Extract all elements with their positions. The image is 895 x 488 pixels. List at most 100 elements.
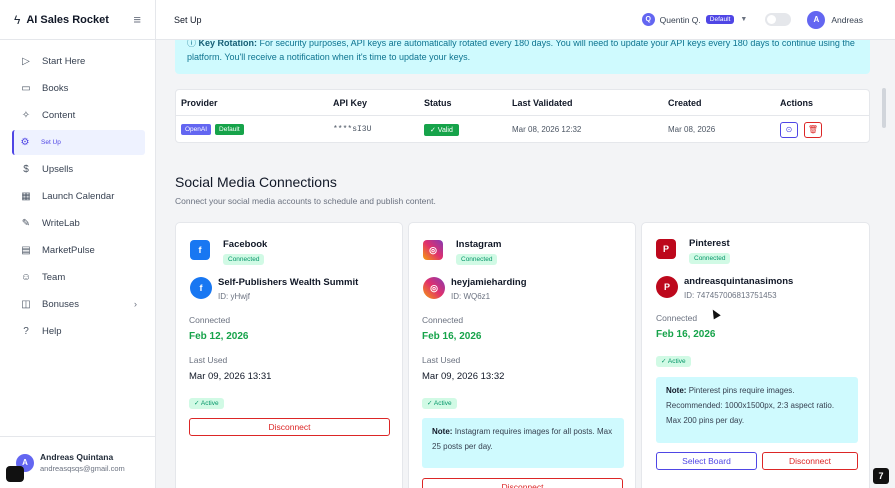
facebook-card: f Facebook Connected f Self-Publishers W…	[175, 222, 403, 488]
sidebar-item-upsells[interactable]: $ Upsells	[12, 157, 145, 182]
user-email: andreasqsqs@gmail.com	[40, 464, 125, 473]
provider-badge: OpenAI	[181, 124, 212, 135]
disconnect-button[interactable]: Disconnect	[762, 452, 858, 470]
top-header: Set Up Q Quentin Q. Default ▼ A Andreas	[156, 0, 895, 40]
last-validated-value: Mar 08, 2026 12:32	[512, 125, 582, 134]
table-header: Provider API Key Status Last Validated C…	[176, 90, 869, 116]
connected-date: Feb 12, 2026	[189, 331, 249, 342]
user-name: Andreas Quintana	[40, 452, 114, 462]
col-last-validated: Last Validated	[512, 97, 573, 108]
trash-icon: 🗑	[807, 125, 819, 134]
facebook-icon: f	[190, 240, 210, 260]
col-status: Status	[424, 97, 452, 108]
key-rotation-text: For security purposes, API keys are auto…	[187, 40, 855, 62]
help-icon: ?	[23, 326, 29, 337]
sidebar-item-content[interactable]: ✧ Content	[12, 103, 145, 128]
account-name: Self-Publishers Wealth Summit	[218, 277, 359, 288]
note-text: Instagram requires images for all posts.…	[432, 427, 613, 451]
sidebar-item-books[interactable]: ▭ Books	[12, 76, 145, 101]
connected-date: Feb 16, 2026	[656, 329, 716, 340]
delete-button[interactable]: 🗑	[804, 121, 822, 138]
app-name: AI Sales Rocket	[26, 13, 109, 26]
section-subtitle: Connect your social media accounts to sc…	[175, 196, 436, 206]
chevron-down-icon[interactable]: ▼	[740, 16, 747, 23]
active-badge: ✓ Active	[422, 398, 457, 409]
col-created: Created	[668, 97, 702, 108]
pinterest-card: P Pinterest Connected P andreasquintanas…	[641, 222, 870, 488]
sidebar-item-writelab[interactable]: ✎ WriteLab	[12, 211, 145, 236]
api-key-value: ****sI3U	[333, 125, 372, 134]
info-icon: ⓘ	[187, 40, 197, 48]
pinterest-account-icon: P	[656, 276, 678, 298]
active-badge: ✓ Active	[189, 398, 224, 409]
chat-icon[interactable]	[6, 466, 24, 482]
gift-icon: ◫	[21, 299, 31, 310]
book-icon: ▭	[21, 83, 31, 94]
note-title: Note:	[666, 386, 687, 395]
pinterest-note: Note: Pinterest pins require images. Rec…	[656, 377, 858, 443]
pinterest-icon: P	[656, 239, 676, 259]
sidebar-item-launch-calendar[interactable]: ▦ Launch Calendar	[12, 184, 145, 209]
sidebar: ϟ AI Sales Rocket ≡ ▷ Start Here ▭ Books ✧…	[0, 0, 156, 488]
connected-label: Connected	[422, 315, 464, 325]
calendar-icon: ▦	[21, 191, 31, 202]
account-id: ID: yHwjf	[218, 292, 250, 301]
instagram-icon: ◎	[423, 240, 443, 260]
dollar-icon: $	[23, 164, 29, 175]
sidebar-item-team[interactable]: ☺ Team	[12, 265, 145, 290]
assistant-icon[interactable]: 7	[873, 468, 889, 484]
platform-name: Instagram	[456, 239, 502, 250]
theme-toggle[interactable]	[765, 13, 792, 26]
created-value: Mar 08, 2026	[668, 125, 716, 134]
account-name: andreasquintanasimons	[684, 276, 794, 287]
user-avatar[interactable]: A	[807, 10, 826, 29]
col-actions: Actions	[780, 97, 814, 108]
last-used-label: Last Used	[422, 355, 461, 365]
sidebar-item-start-here[interactable]: ▷ Start Here	[12, 49, 145, 74]
header-user-name[interactable]: Andreas	[831, 15, 863, 25]
last-used-value: Mar 09, 2026 13:31	[189, 371, 272, 382]
chart-icon: ▤	[21, 245, 31, 256]
users-icon: ☺	[20, 272, 32, 283]
edit-icon: ✎	[21, 218, 31, 229]
disconnect-button[interactable]: Disconnect	[422, 478, 623, 488]
sparkle-icon: ✧	[21, 110, 31, 121]
account-name: heyjamieharding	[451, 277, 527, 288]
instagram-card: ◎ Instagram Connected ◎ heyjamieharding …	[408, 222, 636, 488]
platform-name: Facebook	[223, 239, 268, 250]
api-keys-table: Provider API Key Status Last Validated C…	[175, 89, 870, 143]
active-badge: ✓ Active	[656, 356, 691, 367]
sidebar-item-help[interactable]: ? Help	[12, 319, 145, 344]
brand: ϟ AI Sales Rocket ≡	[0, 0, 155, 40]
validate-button[interactable]: ⊙	[780, 121, 798, 138]
section-title: Social Media Connections	[175, 174, 337, 190]
sidebar-item-bonuses[interactable]: ◫ Bonuses ›	[12, 292, 145, 317]
connected-badge: Connected	[689, 253, 731, 264]
lightning-icon: ϟ	[14, 12, 21, 27]
last-used-label: Last Used	[189, 355, 228, 365]
scrollbar[interactable]	[882, 88, 886, 128]
default-badge: Default	[215, 124, 244, 135]
last-used-value: Mar 09, 2026 13:32	[422, 371, 505, 382]
facebook-account-icon: f	[190, 277, 212, 299]
workspace-avatar[interactable]: Q	[641, 13, 655, 26]
status-badge: ✓ Valid	[424, 123, 459, 136]
col-api-key: API Key	[333, 97, 368, 108]
disconnect-button[interactable]: Disconnect	[189, 418, 390, 436]
table-row: OpenAI Default ****sI3U ✓ Valid Mar 08, …	[176, 116, 869, 143]
connected-date: Feb 16, 2026	[422, 331, 482, 342]
connected-label: Connected	[656, 313, 698, 323]
platform-name: Pinterest	[689, 238, 730, 249]
connected-label: Connected	[189, 315, 231, 325]
key-rotation-alert: ⓘ Key Rotation: For security purposes, A…	[175, 40, 870, 74]
workspace-name[interactable]: Quentin Q.	[660, 15, 701, 25]
note-text: Pinterest pins require images. Recommend…	[666, 386, 835, 425]
play-circle-icon: ▷	[22, 56, 30, 67]
hamburger-menu-icon[interactable]: ≡	[133, 12, 141, 27]
sidebar-item-marketpulse[interactable]: ▤ MarketPulse	[12, 238, 145, 263]
select-board-button[interactable]: Select Board	[656, 452, 757, 470]
instagram-note: Note: Instagram requires images for all …	[422, 418, 624, 468]
refresh-icon: ⊙	[785, 125, 793, 134]
sidebar-item-set-up[interactable]: ⚙ Set Up	[12, 130, 145, 155]
chevron-right-icon: ›	[133, 299, 137, 310]
